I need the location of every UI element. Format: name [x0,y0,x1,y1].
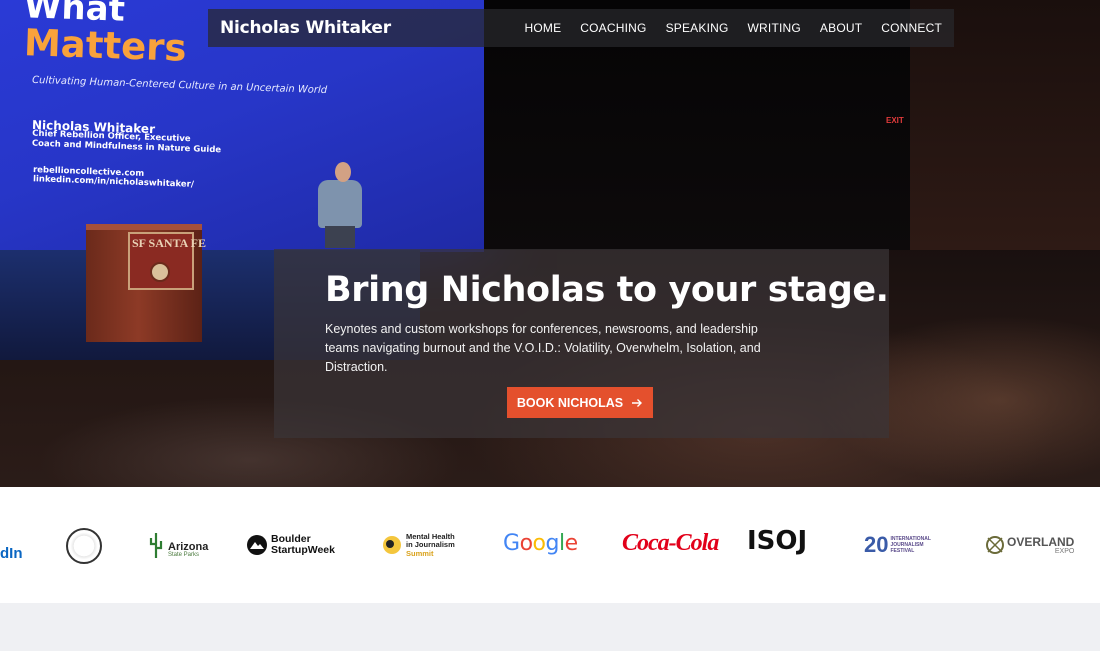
nav-links: HOME COACHING SPEAKING WRITING ABOUT CON… [524,21,942,35]
screen-title-line2: Matters [23,21,188,70]
cactus-icon [149,533,163,558]
nav-link-home[interactable]: HOME [524,21,561,35]
cta-title: Bring Nicholas to your stage. [325,270,889,310]
speaker-head [335,162,351,182]
arizona-state-parks-logo: Arizona State Parks [148,527,208,563]
overland-name: OVERLAND [1007,534,1075,549]
screen-link-linkedin: linkedin.com/in/nicholaswhitaker/ [32,174,195,190]
speaker-figure [318,180,362,228]
mental-line3: Summit [406,548,434,558]
isoj-logo: ISOJ [747,523,807,559]
site-brand[interactable]: Nicholas Whitaker [220,18,391,38]
screen-subtitle: Cultivating Human-Centered Culture in an… [31,74,328,97]
speaker-legs [325,226,355,248]
nav-link-writing[interactable]: WRITING [748,21,801,35]
book-button-label: BOOK NICHOLAS [516,395,624,410]
exit-sign: EXIT [886,116,904,125]
overland-sub: EXPO [1054,547,1075,555]
overland-expo-logo: OVERLAND EXPO [985,527,1074,563]
international-journalism-festival-logo: 20 INTERNATIONAL JOURNALISM FESTIVAL [864,527,931,563]
client-logo-strip: dIn Arizona State Parks Boulder StartupW… [0,487,1100,603]
nav-link-speaking[interactable]: SPEAKING [666,21,729,35]
hero-section: What Matters Cultivating Human-Centered … [0,0,1100,487]
arrow-right-icon [632,398,643,407]
isoj-text: ISOJ [747,526,808,556]
compass-icon [986,536,1004,554]
head-profile-icon [383,536,401,554]
boulder-line2: StartupWeek [271,544,335,556]
nav-link-connect[interactable]: CONNECT [881,21,942,35]
nav-link-coaching[interactable]: COACHING [580,21,646,35]
footer-band [0,603,1100,651]
google-logo: Google [503,530,578,556]
screen-speaker-role: Chief Rebellion Officer, Executive Coach… [31,128,222,156]
linkedin-logo: dIn [0,544,23,562]
podium-letters: SF SANTA FE [132,236,207,250]
mental-line2: in Journalism [406,539,455,549]
mountain-badge-icon [247,535,267,555]
arizona-name: Arizona [168,541,209,553]
ijf-text: INTERNATIONAL JOURNALISM FESTIVAL [890,536,931,554]
seal-logo [66,528,102,564]
cta-card: Bring Nicholas to your stage. Keynotes a… [274,249,889,438]
book-nicholas-button[interactable]: BOOK NICHOLAS [507,387,653,418]
boulder-startup-week-logo: Boulder StartupWeek [246,527,335,563]
nav-link-about[interactable]: ABOUT [820,21,862,35]
ijf-number: 20 [864,532,889,557]
top-navigation: Nicholas Whitaker HOME COACHING SPEAKING… [208,9,954,47]
coca-cola-logo: Coca-Cola [622,529,719,556]
podium-seal [150,262,170,282]
cta-description: Keynotes and custom workshops for confer… [325,322,761,374]
mental-health-journalism-logo: Mental Health in Journalism Summit [381,527,455,563]
